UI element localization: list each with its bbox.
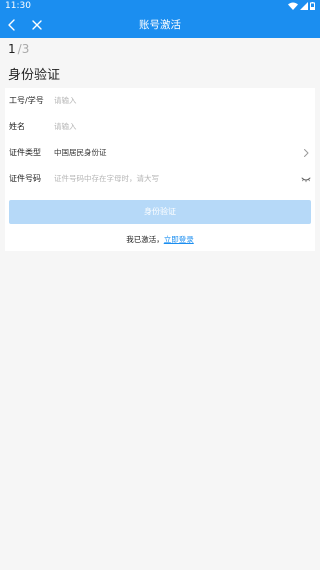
id-number-row[interactable]: 证件号码 证件号码中存在字母时，请大写 [5, 166, 315, 192]
step-indicator: 1/3 [8, 42, 29, 56]
name-label: 姓名 [9, 122, 25, 131]
signal-icon [300, 2, 308, 10]
employee-id-row[interactable]: 工号/学号 请输入 [5, 88, 315, 114]
id-type-row[interactable]: 证件类型 中国居民身份证 [5, 140, 315, 166]
id-number-label: 证件号码 [9, 174, 41, 183]
wifi-icon [288, 2, 298, 10]
name-row[interactable]: 姓名 请输入 [5, 114, 315, 140]
page-title: 身份验证 [8, 68, 61, 83]
login-now-link[interactable]: 立即登录 [164, 235, 194, 244]
status-time: 11:30 [5, 1, 31, 11]
step-current: 1 [8, 42, 16, 56]
form-card: 工号/学号 请输入 姓名 请输入 证件类型 中国居民身份证 证件号码 证件号码中… [5, 88, 315, 251]
battery-icon [310, 2, 315, 10]
name-input[interactable]: 请输入 [54, 114, 77, 140]
employee-id-input[interactable]: 请输入 [54, 88, 77, 114]
page-header-title: 账号激活 [139, 19, 181, 31]
step-total: 3 [21, 42, 30, 56]
status-icons [288, 2, 315, 10]
employee-id-label: 工号/学号 [9, 96, 44, 105]
id-type-select[interactable]: 中国居民身份证 [54, 140, 107, 166]
verify-identity-button[interactable]: 身份验证 [9, 200, 311, 224]
id-number-input[interactable]: 证件号码中存在字母时，请大写 [54, 166, 159, 192]
login-prompt-text: 我已激活， [126, 235, 164, 244]
status-bar: 11:30 [0, 0, 320, 12]
id-type-label: 证件类型 [9, 148, 41, 157]
chevron-right-icon[interactable] [301, 148, 311, 158]
login-prompt: 我已激活，立即登录 [5, 234, 315, 245]
top-app-bar: 账号激活 [0, 12, 320, 38]
eye-closed-icon[interactable] [301, 174, 311, 184]
